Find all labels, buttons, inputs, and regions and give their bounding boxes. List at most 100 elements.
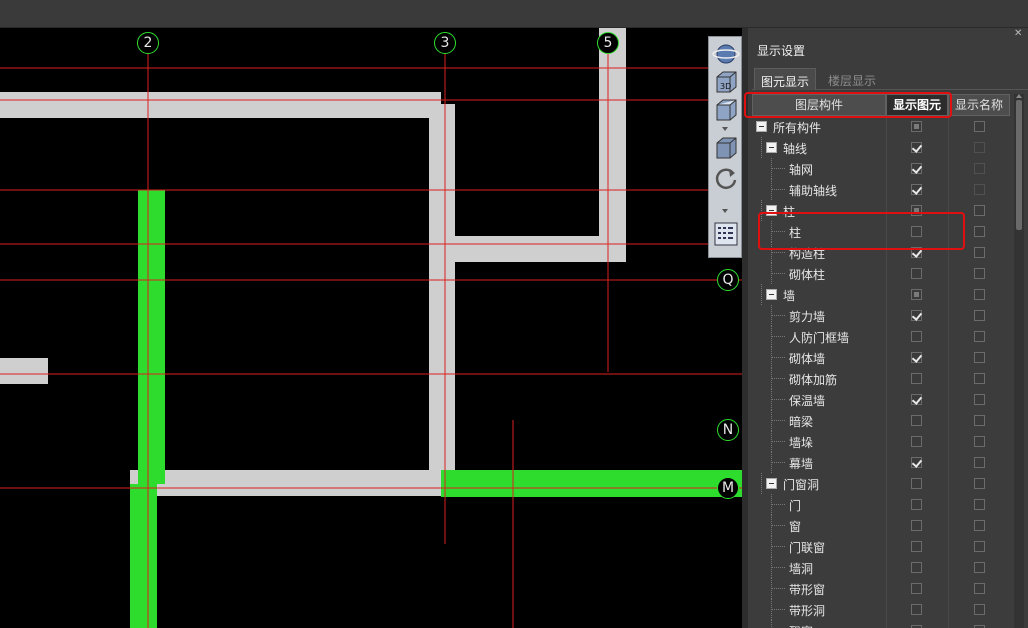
show-name-checkbox[interactable] (974, 604, 985, 615)
axis-bubble-n[interactable]: N (717, 419, 739, 441)
tree-connector (771, 420, 785, 421)
chevron-down-icon[interactable] (722, 127, 728, 131)
tree-row[interactable]: 门 (752, 494, 1014, 515)
tree-row[interactable]: 轴网 (752, 158, 1014, 179)
axis-bubble-m[interactable]: M (717, 477, 739, 499)
column-header-show-name[interactable]: 显示名称 (948, 94, 1010, 116)
collapse-icon[interactable] (766, 142, 777, 153)
show-element-checkbox[interactable] (911, 184, 922, 195)
show-element-checkbox[interactable] (911, 163, 922, 174)
show-element-checkbox[interactable] (911, 394, 922, 405)
drawing-canvas[interactable]: 2 3 5 Q N M (0, 28, 742, 628)
show-element-checkbox[interactable] (911, 520, 922, 531)
grid-settings-icon[interactable] (712, 221, 740, 247)
show-name-checkbox[interactable] (974, 415, 985, 426)
tree-row[interactable]: 辅助轴线 (752, 179, 1014, 200)
show-name-checkbox[interactable] (974, 121, 985, 132)
tab-element-display[interactable]: 图元显示 (754, 68, 817, 90)
show-name-checkbox[interactable] (974, 562, 985, 573)
tree-row[interactable]: 带形窗 (752, 578, 1014, 599)
show-name-checkbox[interactable] (974, 289, 985, 300)
tree-row[interactable]: 暗梁 (752, 410, 1014, 431)
show-element-checkbox[interactable] (911, 457, 922, 468)
tree-row[interactable]: 幕墙 (752, 452, 1014, 473)
orbit-icon[interactable] (712, 41, 740, 67)
show-name-checkbox[interactable] (974, 541, 985, 552)
tree-row[interactable]: 人防门框墙 (752, 326, 1014, 347)
show-element-checkbox[interactable] (911, 562, 922, 573)
show-element-checkbox[interactable] (911, 541, 922, 552)
axis-bubble-2[interactable]: 2 (137, 32, 159, 54)
show-name-checkbox[interactable] (974, 520, 985, 531)
tree-row[interactable]: 门联窗 (752, 536, 1014, 557)
show-name-checkbox[interactable] (974, 457, 985, 468)
show-name-checkbox[interactable] (974, 310, 985, 321)
show-element-checkbox[interactable] (911, 142, 922, 153)
scroll-up-icon[interactable] (1016, 94, 1022, 98)
show-element-checkbox[interactable] (911, 478, 922, 489)
box-view-icon[interactable] (712, 135, 740, 161)
tree-row[interactable]: 轴线 (752, 137, 1014, 158)
show-element-checkbox[interactable] (911, 499, 922, 510)
3d-view-icon[interactable]: 3D (712, 69, 740, 95)
show-name-checkbox[interactable] (974, 205, 985, 216)
chevron-down-icon[interactable] (722, 209, 728, 213)
tree-row[interactable]: 飘窗 (752, 620, 1014, 628)
tree-row[interactable]: 砌体柱 (752, 263, 1014, 284)
show-element-checkbox[interactable] (911, 268, 922, 279)
tree-row[interactable]: 保温墙 (752, 389, 1014, 410)
tree-row[interactable]: 剪力墙 (752, 305, 1014, 326)
show-element-checkbox[interactable] (911, 583, 922, 594)
show-name-checkbox[interactable] (974, 226, 985, 237)
tree-row[interactable]: 墙垛 (752, 431, 1014, 452)
tree-row[interactable]: 所有构件 (752, 116, 1014, 137)
show-element-checkbox[interactable] (911, 373, 922, 384)
tab-floor-display[interactable]: 楼层显示 (822, 68, 882, 90)
show-element-checkbox[interactable] (911, 331, 922, 342)
tree-row-label: 轴网 (789, 163, 814, 177)
svg-text:3D: 3D (720, 82, 731, 91)
tree-row[interactable]: 墙 (752, 284, 1014, 305)
scrollbar-thumb[interactable] (1016, 100, 1022, 230)
tree-connector (771, 441, 785, 442)
show-name-checkbox[interactable] (974, 499, 985, 510)
show-name-checkbox[interactable] (974, 436, 985, 447)
tree-row[interactable]: 砌体墙 (752, 347, 1014, 368)
show-element-checkbox[interactable] (911, 415, 922, 426)
wall (0, 92, 441, 118)
top-view-icon[interactable] (712, 97, 740, 123)
tree-row[interactable]: 带形洞 (752, 599, 1014, 620)
show-name-checkbox (974, 142, 985, 153)
tree-row[interactable]: 门窗洞 (752, 473, 1014, 494)
show-name-checkbox[interactable] (974, 352, 985, 363)
rotate-icon[interactable] (712, 165, 740, 191)
tree-row[interactable]: 墙洞 (752, 557, 1014, 578)
panel-title: 显示设置 (757, 44, 806, 58)
show-name-checkbox[interactable] (974, 478, 985, 489)
show-name-checkbox[interactable] (974, 268, 985, 279)
show-name-checkbox[interactable] (974, 394, 985, 405)
show-name-checkbox[interactable] (974, 331, 985, 342)
masonry-walls (0, 28, 626, 496)
show-name-checkbox[interactable] (974, 583, 985, 594)
show-name-checkbox[interactable] (974, 373, 985, 384)
show-element-checkbox[interactable] (911, 121, 922, 132)
show-name-checkbox[interactable] (974, 247, 985, 258)
show-element-checkbox[interactable] (911, 352, 922, 363)
axis-bubble-q[interactable]: Q (717, 269, 739, 291)
collapse-icon[interactable] (756, 121, 767, 132)
tree-row[interactable]: 砌体加筋 (752, 368, 1014, 389)
display-settings-panel: ✕ 显示设置 图元显示 楼层显示 图层构件 显示图元 显示名称 所有构件 轴线 轴网… (744, 28, 1028, 628)
show-element-checkbox[interactable] (911, 310, 922, 321)
axis-bubble-3[interactable]: 3 (434, 32, 456, 54)
show-element-checkbox[interactable] (911, 289, 922, 300)
tree-connector (771, 189, 785, 190)
close-icon[interactable]: ✕ (1014, 29, 1024, 39)
tree-connector (761, 284, 762, 305)
show-element-checkbox[interactable] (911, 436, 922, 447)
collapse-icon[interactable] (766, 478, 777, 489)
show-element-checkbox[interactable] (911, 604, 922, 615)
axis-bubble-5[interactable]: 5 (597, 32, 619, 54)
tree-row[interactable]: 窗 (752, 515, 1014, 536)
collapse-icon[interactable] (766, 289, 777, 300)
